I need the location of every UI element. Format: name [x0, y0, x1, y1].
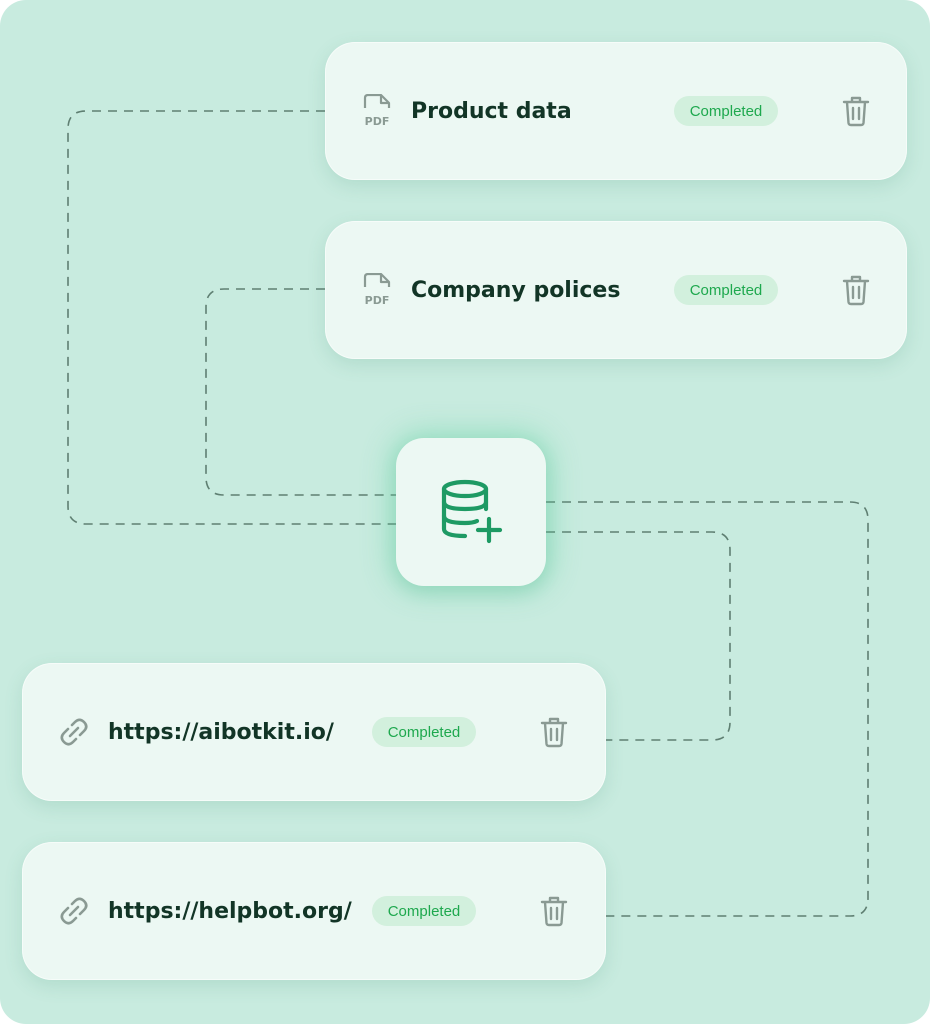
source-title: Product data [411, 98, 572, 124]
source-title: https://helpbot.org/ [108, 898, 352, 924]
status-badge: Completed [674, 275, 778, 305]
source-card-company-polices[interactable]: PDF Company polices Completed [325, 221, 907, 359]
source-title: https://aibotkit.io/ [108, 719, 334, 745]
pdf-file-icon: PDF [361, 273, 393, 307]
trash-icon [540, 896, 568, 927]
trash-icon [842, 275, 870, 306]
knowledge-sources-canvas: PDF Product data Completed PDF Company p… [0, 0, 930, 1024]
trash-icon [842, 96, 870, 127]
pdf-label: PDF [365, 294, 390, 307]
delete-button[interactable] [539, 895, 569, 927]
delete-button[interactable] [539, 716, 569, 748]
status-badge: Completed [372, 717, 476, 747]
delete-button[interactable] [841, 95, 871, 127]
source-title: Company polices [411, 277, 621, 303]
link-icon [58, 894, 90, 928]
delete-button[interactable] [841, 274, 871, 306]
source-card-helpbot[interactable]: https://helpbot.org/ Completed [22, 842, 606, 980]
link-icon [58, 715, 90, 749]
pdf-label: PDF [365, 115, 390, 128]
database-add-icon [441, 479, 503, 544]
pdf-file-icon: PDF [361, 94, 393, 128]
status-badge: Completed [372, 896, 476, 926]
status-badge: Completed [674, 96, 778, 126]
database-hub[interactable] [396, 438, 546, 586]
trash-icon [540, 717, 568, 748]
source-card-aibotkit[interactable]: https://aibotkit.io/ Completed [22, 663, 606, 801]
source-card-product-data[interactable]: PDF Product data Completed [325, 42, 907, 180]
